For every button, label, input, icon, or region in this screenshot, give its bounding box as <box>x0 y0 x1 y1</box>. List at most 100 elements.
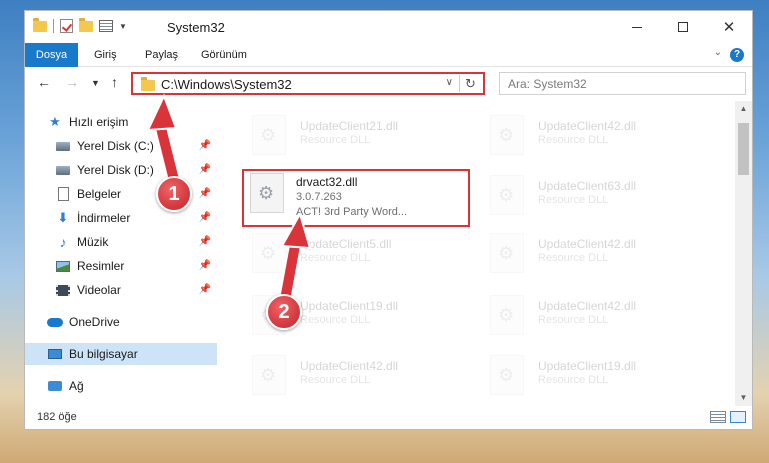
maximize-button[interactable] <box>660 11 706 43</box>
pin-icon[interactable]: 📌 <box>199 260 211 271</box>
sidebar-item-label: Belgeler <box>77 187 122 201</box>
file-list: ⚙ UpdateClient21.dll Resource DLL ⚙ drva… <box>228 101 734 406</box>
navigation-pane: ★ Hızlı erişim Yerel Disk (C:) 📌 Yerel D… <box>25 101 217 401</box>
properties-icon[interactable] <box>99 20 113 32</box>
dll-file-icon: ⚙ <box>490 355 524 395</box>
recent-locations-dropdown-icon[interactable]: ▼ <box>91 78 100 88</box>
music-icon: ♪ <box>59 234 67 250</box>
pictures-icon <box>55 259 71 273</box>
file-item[interactable]: ⚙ drvact32.dll 3.0.7.263 ACT! 3rd Party … <box>244 173 474 223</box>
pin-icon[interactable]: 📌 <box>199 212 211 223</box>
sidebar-item-local-disk-d[interactable]: Yerel Disk (D:) 📌 <box>25 159 217 181</box>
explorer-window: ▼ System32 ✕ Dosya Giriş Paylaş Görünüm … <box>24 10 753 430</box>
address-bar[interactable]: C:\Windows\System32 ∨ ↻ <box>131 72 485 95</box>
file-item[interactable]: ⚙ UpdateClient19.dll Resource DLL <box>476 351 706 401</box>
up-arrow-icon[interactable]: ↑ <box>111 74 118 90</box>
file-description: Resource DLL <box>300 374 371 386</box>
help-icon[interactable]: ? <box>730 48 744 62</box>
sidebar-item-local-disk-c[interactable]: Yerel Disk (C:) 📌 <box>25 135 217 157</box>
minimize-button[interactable] <box>614 11 660 43</box>
scroll-down-icon[interactable]: ▼ <box>735 390 752 406</box>
sidebar-item-label: Hızlı erişim <box>69 115 129 129</box>
dll-file-icon: ⚙ <box>490 233 524 273</box>
file-item-highlighted[interactable]: ⚙ drvact32.dll 3.0.7.263 ACT! 3rd Party … <box>242 169 470 227</box>
sidebar-item-downloads[interactable]: ⬇ İndirmeler 📌 <box>25 207 217 229</box>
details-view-icon[interactable] <box>710 411 726 423</box>
refresh-icon[interactable]: ↻ <box>459 75 481 92</box>
forward-arrow-icon[interactable]: → <box>65 74 79 90</box>
file-version: 3.0.7.263 <box>296 191 342 203</box>
address-path[interactable]: C:\Windows\System32 <box>161 77 292 92</box>
title-bar: ▼ System32 ✕ <box>25 11 752 43</box>
toolbar-separator <box>53 19 54 33</box>
tab-share[interactable]: Paylaş <box>145 43 178 67</box>
new-folder-icon[interactable] <box>79 17 93 32</box>
tab-home[interactable]: Giriş <box>94 43 117 67</box>
folder-icon <box>33 17 47 32</box>
pin-icon[interactable]: 📌 <box>199 188 211 199</box>
sidebar-item-music[interactable]: ♪ Müzik 📌 <box>25 231 217 253</box>
customize-toolbar-dropdown-icon[interactable]: ▼ <box>119 22 127 31</box>
ribbon-tabs: Dosya Giriş Paylaş Görünüm ⌄ ? <box>25 43 752 67</box>
file-item[interactable]: ⚙ UpdateClient5.dll Resource DLL <box>238 229 468 279</box>
tab-view[interactable]: Görünüm <box>201 43 247 67</box>
properties-check-icon[interactable] <box>60 19 73 33</box>
sidebar-item-label: Resimler <box>77 259 125 273</box>
sidebar-item-label: İndirmeler <box>77 211 131 225</box>
computer-icon <box>47 347 63 361</box>
window-title: System32 <box>167 20 225 35</box>
step-2-marker: 2 <box>266 294 302 330</box>
navigation-bar: ← → ▼ ↑ C:\Windows\System32 ∨ ↻ Ara: Sys… <box>25 68 752 100</box>
file-item[interactable]: ⚙ UpdateClient42.dll Resource DLL <box>476 229 706 279</box>
item-count: 182 öğe <box>37 411 77 423</box>
pin-icon[interactable]: 📌 <box>199 140 211 151</box>
file-description: Resource DLL <box>300 252 371 264</box>
download-icon: ⬇ <box>57 210 69 225</box>
sidebar-item-pictures[interactable]: Resimler 📌 <box>25 255 217 277</box>
sidebar-item-onedrive[interactable]: OneDrive <box>25 311 217 333</box>
dll-file-icon: ⚙ <box>252 115 286 155</box>
tab-file[interactable]: Dosya <box>25 43 78 67</box>
file-item[interactable]: ⚙ UpdateClient42.dll Resource DLL <box>238 351 468 401</box>
sidebar-item-this-pc[interactable]: Bu bilgisayar <box>25 343 217 365</box>
pin-icon[interactable]: 📌 <box>199 284 211 295</box>
file-name: UpdateClient19.dll <box>300 299 399 313</box>
address-folder-icon <box>141 77 155 91</box>
vertical-scrollbar[interactable]: ▲ ▼ <box>735 101 752 406</box>
pin-icon[interactable]: 📌 <box>199 236 211 247</box>
file-description: Resource DLL <box>538 252 609 264</box>
file-description: ACT! 3rd Party Word... <box>296 206 408 218</box>
dll-file-icon: ⚙ <box>490 115 524 155</box>
dll-file-icon: ⚙ <box>252 355 286 395</box>
scroll-up-icon[interactable]: ▲ <box>735 101 752 117</box>
sidebar-item-quick-access[interactable]: ★ Hızlı erişim <box>25 111 217 133</box>
file-description: Resource DLL <box>538 374 609 386</box>
pin-icon[interactable]: 📌 <box>199 164 211 175</box>
status-bar: 182 öğe <box>25 407 752 429</box>
expand-ribbon-icon[interactable]: ⌄ <box>714 47 722 58</box>
back-arrow-icon[interactable]: ← <box>37 74 51 90</box>
file-name: UpdateClient63.dll <box>538 179 637 193</box>
file-item[interactable]: ⚙ UpdateClient63.dll Resource DLL <box>476 171 706 221</box>
sidebar-item-network[interactable]: Ağ <box>25 375 217 397</box>
search-input[interactable]: Ara: System32 <box>499 72 746 95</box>
scroll-thumb[interactable] <box>738 123 749 175</box>
cloud-icon <box>47 315 63 329</box>
tiles-view-icon[interactable] <box>730 411 746 423</box>
step-1-marker: 1 <box>156 176 192 212</box>
sidebar-item-label: OneDrive <box>69 315 120 329</box>
star-icon: ★ <box>49 114 61 129</box>
sidebar-item-label: Videolar <box>77 283 121 297</box>
file-item[interactable]: ⚙ UpdateClient42.dll Resource DLL <box>476 291 706 341</box>
dll-file-icon: ⚙ <box>250 173 284 213</box>
disk-icon <box>55 163 71 177</box>
sidebar-item-videos[interactable]: Videolar 📌 <box>25 279 217 301</box>
sidebar-item-label: Yerel Disk (D:) <box>77 163 154 177</box>
file-item[interactable]: ⚙ UpdateClient42.dll Resource DLL <box>476 111 706 161</box>
document-icon <box>55 187 71 201</box>
file-name: UpdateClient42.dll <box>538 119 637 133</box>
file-item[interactable]: ⚙ UpdateClient21.dll Resource DLL <box>238 111 468 161</box>
close-button[interactable]: ✕ <box>706 11 752 43</box>
address-dropdown-icon[interactable]: ∨ <box>446 77 453 88</box>
file-description: Resource DLL <box>300 314 371 326</box>
